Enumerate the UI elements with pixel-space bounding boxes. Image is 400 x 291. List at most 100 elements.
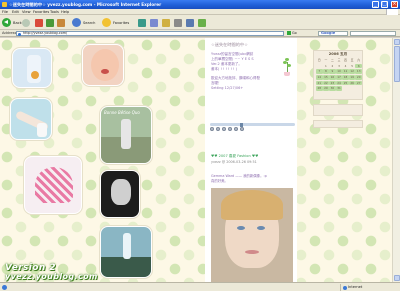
refresh-icon	[46, 18, 54, 27]
next-icon[interactable]	[234, 127, 238, 131]
close-button[interactable]: ×	[391, 1, 398, 8]
media-button[interactable]	[138, 17, 146, 28]
player-seek-slider[interactable]	[210, 122, 295, 127]
calendar-day[interactable]: 10	[335, 69, 343, 74]
calendar-day[interactable]: 14	[316, 75, 323, 80]
blog-title: ☆迷失在時間的中☆	[211, 42, 248, 47]
address-input[interactable]: http://yvezz.youblog.com/	[16, 31, 284, 36]
menu-favorites[interactable]: Favorites	[33, 10, 49, 14]
pause-icon[interactable]	[216, 127, 220, 131]
calendar-day[interactable]: 3	[336, 64, 343, 69]
calendar-day[interactable]: 1	[323, 64, 330, 69]
photo-glass[interactable]	[12, 48, 52, 88]
address-label: Address	[2, 31, 17, 35]
refresh-button[interactable]	[46, 17, 54, 28]
blog-content-panel: ☆迷失在時間的中☆ Yvezz的留言空間(ubc網誌 上的單獨空間) ~~ Y …	[205, 38, 297, 282]
page-status-icon	[2, 285, 7, 290]
calendar-day[interactable]: 21	[316, 80, 323, 86]
calendar-day[interactable]: 22	[322, 80, 330, 86]
calendar-grid: 日一二三四五六 1 2 3 4 5 6 7 8 9 10 11 12 13 14 15 16 17 18 19 20 21…	[316, 58, 362, 91]
home-button[interactable]	[57, 17, 65, 28]
calendar-day[interactable]: 26	[348, 80, 356, 86]
calendar-day[interactable]: 7	[316, 69, 323, 74]
photo-shoes[interactable]	[24, 156, 82, 214]
menu-edit[interactable]: Edit	[12, 10, 19, 14]
music-player	[210, 122, 295, 131]
calendar-day[interactable]: 5	[349, 64, 356, 69]
standard-toolbar: Back Search Favorites	[0, 15, 400, 30]
post-meta: yvezz @ 2006-03-26 09:51	[211, 160, 257, 164]
history-icon	[150, 18, 158, 27]
vertical-scrollbar[interactable]	[392, 38, 400, 282]
google-search-input[interactable]	[350, 31, 396, 36]
back-button[interactable]: Back	[2, 17, 22, 28]
calendar-widget: 2006 五月 日一二三四五六 1 2 3 4 5 6 7 8 9 10 11 12 13 14 15 16 17…	[313, 50, 363, 100]
print-button[interactable]	[174, 17, 182, 28]
messenger-button[interactable]	[198, 17, 206, 28]
menu-tools[interactable]: Tools	[50, 10, 59, 14]
menu-file[interactable]: File	[2, 10, 8, 14]
calendar-day[interactable]: 12	[348, 69, 356, 74]
security-zone: Internet	[340, 284, 398, 291]
calendar-day[interactable]: 25	[342, 80, 349, 86]
calendar-weekday: 六	[357, 58, 361, 62]
google-toolbar-logo[interactable]: Google	[318, 31, 348, 36]
menu-help[interactable]: Help	[61, 10, 69, 14]
photo-lamp[interactable]	[100, 226, 152, 278]
page-viewport: Bonne Bêtise Quo Version 2 yvezz.youblog…	[0, 38, 400, 282]
calendar-day[interactable]: 15	[322, 75, 330, 80]
menu-view[interactable]: View	[22, 10, 31, 14]
status-bar: Internet	[0, 282, 400, 291]
calendar-day[interactable]: 27	[355, 80, 362, 86]
prev-icon[interactable]	[228, 127, 232, 131]
calendar-weekday: 一	[324, 58, 328, 62]
search-label: Search	[83, 20, 96, 25]
calendar-day[interactable]: 29	[322, 86, 330, 91]
go-button[interactable]: Go	[287, 31, 301, 36]
forward-button[interactable]	[22, 17, 30, 28]
sidebar-box	[313, 104, 363, 116]
calendar-day	[349, 86, 356, 91]
minimize-button[interactable]: _	[372, 1, 379, 8]
volume-icon[interactable]	[240, 127, 244, 131]
edit-icon	[186, 18, 194, 27]
stop-button[interactable]	[35, 17, 43, 28]
calendar-day[interactable]: 31	[335, 86, 343, 91]
calendar-day[interactable]: 24	[335, 80, 343, 86]
calendar-day[interactable]: 16	[329, 75, 336, 80]
calendar-day[interactable]: 9	[329, 69, 336, 74]
scroll-down-arrow-icon[interactable]	[394, 275, 400, 281]
calendar-day[interactable]: 28	[316, 86, 323, 91]
calendar-day[interactable]: 19	[348, 75, 356, 80]
stop-icon[interactable]	[222, 127, 226, 131]
mail-button[interactable]	[162, 17, 170, 28]
print-icon	[174, 18, 182, 27]
calendar-day[interactable]: 6	[355, 63, 362, 69]
history-button[interactable]	[150, 17, 158, 28]
play-icon[interactable]	[210, 127, 214, 131]
calendar-weekday: 三	[337, 58, 341, 62]
maximize-button[interactable]: □	[381, 1, 388, 8]
post-title[interactable]: ♥♥ 2007 春夏 Fashion ♥♥	[211, 154, 258, 159]
search-button[interactable]: Search	[72, 17, 95, 28]
calendar-day[interactable]: 13	[355, 69, 362, 74]
calendar-day[interactable]: 23	[329, 80, 336, 86]
photo-child[interactable]	[82, 44, 124, 86]
post-photo-portrait[interactable]	[211, 188, 293, 282]
calendar-day[interactable]: 8	[322, 69, 330, 74]
scroll-thumb[interactable]	[394, 46, 400, 82]
calendar-day[interactable]: 18	[342, 75, 349, 80]
back-arrow-icon	[2, 18, 11, 27]
calendar-day[interactable]: 11	[342, 69, 349, 74]
photo-caption: Bonne Bêtise Quo	[104, 110, 140, 115]
photo-arm[interactable]	[10, 98, 52, 140]
scroll-up-arrow-icon[interactable]	[394, 39, 400, 45]
stop-icon	[35, 18, 43, 27]
calendar-day[interactable]: 30	[329, 86, 336, 91]
calendar-day[interactable]: 20	[355, 75, 362, 80]
calendar-day[interactable]: 17	[335, 75, 343, 80]
edit-button[interactable]	[186, 17, 194, 28]
post-text: 真的好美。	[211, 179, 228, 183]
favorites-button[interactable]: Favorites	[102, 17, 129, 28]
photo-bw-hands[interactable]	[100, 170, 140, 218]
